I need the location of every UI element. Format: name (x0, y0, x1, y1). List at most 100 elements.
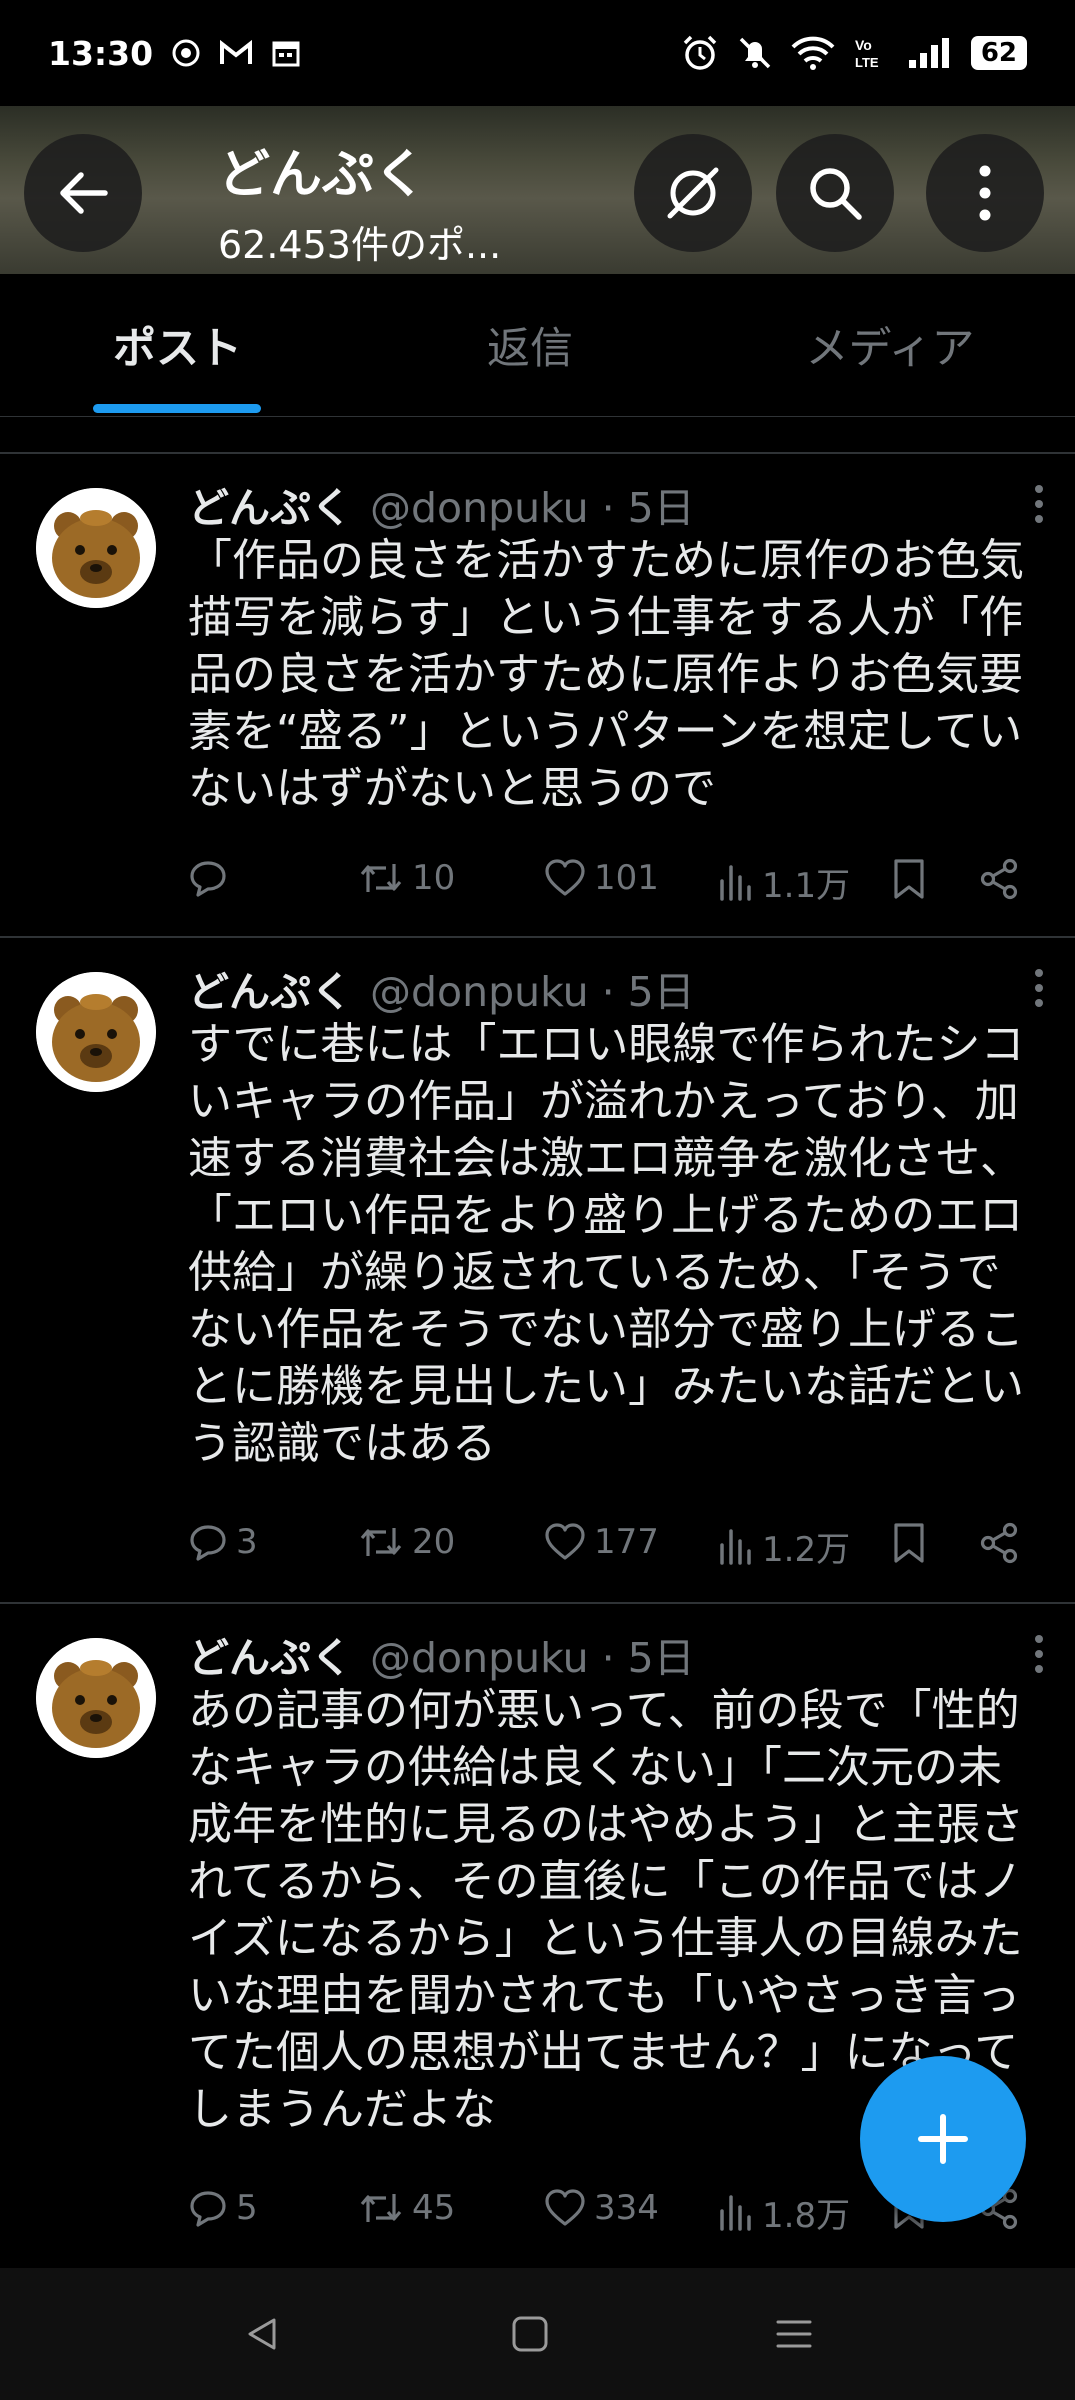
heart-icon (545, 859, 585, 896)
like-button[interactable]: 177 (544, 1522, 659, 1562)
avatar[interactable] (36, 1638, 156, 1758)
tweet-line: イズになるから」という仕事人の目線みた (188, 1913, 1023, 1964)
tweet-more-button[interactable] (1033, 968, 1045, 1012)
grok-button[interactable] (634, 134, 752, 252)
tweet-header: どんぷく @donpuku · 5日 (188, 1624, 695, 1684)
plus-icon (918, 2114, 968, 2164)
tweet-actions: 10 101 1.1万 (188, 858, 1048, 918)
like-button[interactable]: 101 (544, 858, 659, 898)
avatar[interactable] (36, 488, 156, 608)
retweet-count: 10 (412, 858, 456, 898)
status-left: 13:30 (48, 34, 301, 73)
bear-avatar-icon (36, 1638, 156, 1758)
tweet-line: 「エロい作品をより盛り上げるためのエロ (188, 1190, 1024, 1241)
vertical-dots-icon (1035, 1635, 1043, 1673)
calendar-icon (272, 41, 300, 67)
search-button[interactable] (776, 134, 894, 252)
tweet-line: 供給」が繰り返されているため、「そうで (188, 1247, 1001, 1298)
tweet-line: すでに巷には「エロい眼線で作られたシコ (188, 1019, 1025, 1070)
system-menu-button[interactable] (764, 2304, 824, 2364)
back-arrow-icon (60, 172, 108, 214)
tweet-line: あの記事の何が悪いって、前の段で「性的 (188, 1685, 1020, 1736)
retweet-button[interactable]: 10 (358, 858, 455, 898)
bookmark-button[interactable] (892, 858, 926, 900)
views-icon (720, 864, 751, 901)
reply-button[interactable]: 5 (188, 2188, 258, 2228)
tweet-actions: 3 20 177 1.2万 (188, 1522, 1048, 1582)
tweet-header: どんぷく @donpuku · 5日 (188, 958, 695, 1018)
tab-replies[interactable]: 返信 (400, 274, 660, 416)
status-right: Vo LTE 62 (681, 34, 1027, 72)
alarm-icon (683, 35, 717, 70)
avatar[interactable] (36, 972, 156, 1092)
volte-icon: Vo LTE (855, 37, 879, 70)
reply-count: 5 (236, 2188, 258, 2228)
menu-lines-icon (776, 2320, 812, 2348)
triangle-back-icon (248, 2318, 276, 2350)
retweet-button[interactable]: 20 (358, 1522, 455, 1562)
bookmark-icon (894, 859, 924, 899)
system-home-button[interactable] (500, 2304, 560, 2364)
views-button[interactable]: 1.1万 (718, 858, 850, 907)
author-name[interactable]: どんぷく (188, 958, 352, 1018)
author-handle-time[interactable]: @donpuku · 5日 (370, 958, 695, 1018)
reply-icon (190, 1525, 226, 1561)
views-button[interactable]: 1.2万 (718, 1522, 850, 1571)
signal-icon (908, 38, 949, 68)
tweet-line: いな理由を聞かされても「いやさっき言っ (188, 1970, 1021, 2021)
views-button[interactable]: 1.8万 (718, 2188, 850, 2237)
tab-replies-label: 返信 (487, 324, 573, 374)
share-button[interactable] (978, 858, 1020, 900)
like-count: 334 (594, 2188, 659, 2228)
bookmark-button[interactable] (892, 1522, 926, 1564)
more-options-button[interactable] (926, 134, 1044, 252)
back-button[interactable] (24, 134, 142, 252)
vertical-dots-icon (1035, 969, 1043, 1007)
author-handle-time[interactable]: @donpuku · 5日 (370, 474, 695, 534)
compose-post-button[interactable] (860, 2056, 1026, 2222)
tab-media[interactable]: メディア (760, 274, 1020, 416)
author-name[interactable]: どんぷく (188, 1624, 352, 1684)
like-button[interactable]: 334 (544, 2188, 659, 2228)
svg-text:LTE: LTE (855, 55, 879, 70)
tweet-text: 「作品の良さを活かすために原作のお色気 描写を減らす」という仕事をする人が「作 … (188, 532, 1048, 817)
like-count: 101 (594, 858, 659, 898)
share-icon (980, 858, 1018, 900)
retweet-icon (360, 864, 402, 892)
tweet-line: なキャラの供給は良くない」「二次元の未 (188, 1742, 1002, 1793)
tweet-line: 素を“盛る”」というパターンを想定してい (188, 706, 1023, 757)
author-name[interactable]: どんぷく (188, 474, 352, 534)
battery-indicator: 62 (970, 36, 1027, 70)
tweet-line: 速する消費社会は激エロ競争を激化させ、 (188, 1133, 1024, 1184)
share-button[interactable] (978, 1522, 1020, 1564)
views-icon (720, 1528, 751, 1565)
tab-posts[interactable]: ポスト (40, 274, 315, 416)
author-handle-time[interactable]: @donpuku · 5日 (370, 1624, 695, 1684)
tweet[interactable]: どんぷく @donpuku · 5日 「作品の良さを活かすために原作のお色気 描… (0, 454, 1075, 938)
reply-button[interactable]: 3 (188, 1522, 258, 1562)
retweet-button[interactable]: 45 (358, 2188, 455, 2228)
profile-name-title: どんぷく (218, 145, 427, 205)
tweet-more-button[interactable] (1033, 1634, 1045, 1678)
status-time: 13:30 (48, 33, 154, 73)
share-icon (980, 1522, 1018, 1564)
reply-count: 3 (236, 1522, 258, 1562)
profile-tabs: ポスト 返信 メディア (0, 274, 1075, 417)
svg-text:Vo: Vo (855, 37, 872, 53)
retweet-icon (360, 2194, 402, 2222)
tweet-more-button[interactable] (1033, 484, 1045, 528)
view-count: 1.2万 (762, 1530, 851, 1570)
tweet-header: どんぷく @donpuku · 5日 (188, 474, 695, 534)
views-icon (720, 2194, 751, 2231)
system-navigation-bar (0, 2268, 1075, 2400)
bear-avatar-icon (36, 488, 156, 608)
grok-icon (667, 167, 719, 219)
view-count: 1.1万 (762, 866, 851, 906)
tweet-line: とに勝機を見出したい」みたいな話だとい (188, 1361, 1024, 1412)
square-home-icon (512, 2316, 548, 2352)
system-back-button[interactable] (232, 2304, 292, 2364)
reply-icon (190, 2191, 226, 2227)
tweet-line: ない作品をそうでない部分で盛り上げるこ (188, 1304, 1024, 1355)
reply-button[interactable] (188, 858, 236, 898)
tweet[interactable]: どんぷく @donpuku · 5日 すでに巷には「エロい眼線で作られたシコ い… (0, 938, 1075, 1604)
